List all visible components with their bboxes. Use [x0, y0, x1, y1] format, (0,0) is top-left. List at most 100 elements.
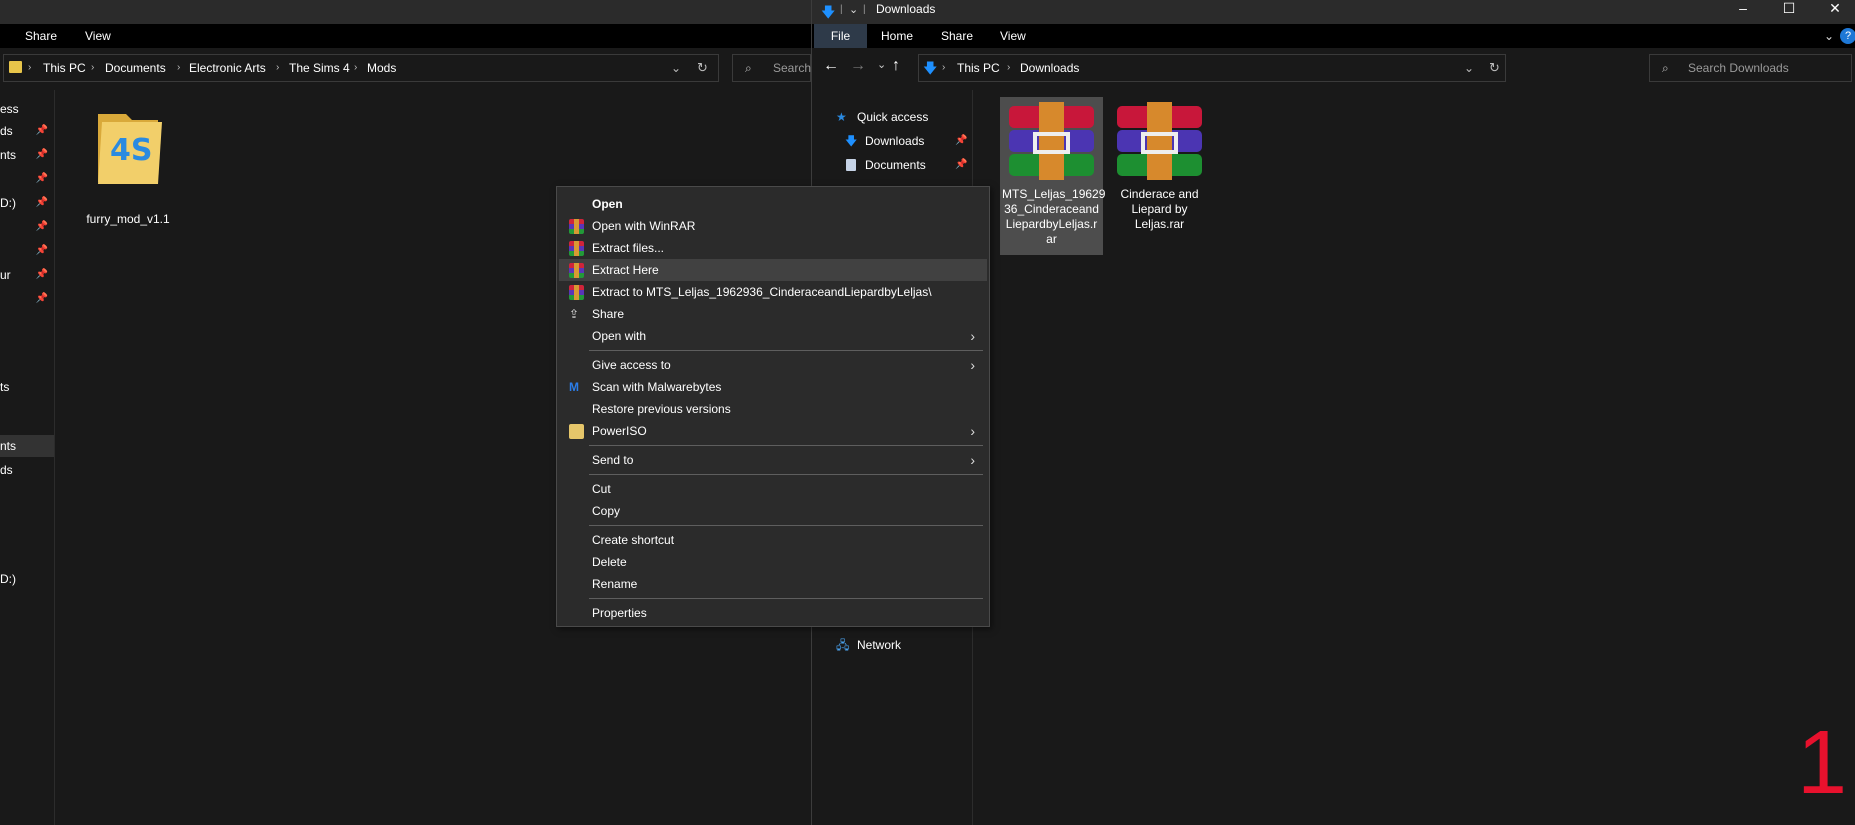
menu-item-extract-here[interactable]: Extract Here: [559, 259, 987, 281]
menu-separator: [589, 445, 983, 446]
menu-item-label: Scan with Malwarebytes: [592, 380, 722, 394]
nav-item-documents[interactable]: Documents 📌: [812, 153, 972, 177]
breadcrumb-electronic-arts[interactable]: Electronic Arts: [189, 55, 266, 81]
nav-item[interactable]: 📌: [0, 288, 54, 310]
star-icon: ★: [836, 110, 847, 124]
network-icon: 🖧: [836, 638, 850, 652]
menu-item-rename[interactable]: Rename: [559, 573, 987, 595]
left-address-bar[interactable]: › This PC › Documents › Electronic Arts …: [3, 54, 719, 82]
nav-item-label: Network: [857, 638, 902, 652]
back-arrow-icon[interactable]: ←: [823, 57, 839, 75]
nav-item-quick-access[interactable]: ★ Quick access: [812, 105, 972, 129]
nav-item-downloads[interactable]: 🡇 Downloads 📌: [812, 129, 972, 153]
chevron-right-icon: ›: [177, 62, 181, 73]
winrar-archive-icon: [1009, 102, 1094, 180]
file-name: Cinderace and Liepard by Leljas.rar: [1120, 187, 1199, 231]
menu-item-create-shortcut[interactable]: Create shortcut: [559, 529, 987, 551]
menu-item-label: Extract Here: [592, 263, 659, 277]
menu-item-extract-files[interactable]: Extract files...: [559, 237, 987, 259]
refresh-icon[interactable]: ↻: [697, 55, 708, 81]
nav-item[interactable]: ds 📌: [0, 120, 54, 142]
maximize-button[interactable]: ☐: [1766, 0, 1812, 20]
menu-item-open[interactable]: Open: [559, 193, 987, 215]
share-icon: ⇪: [569, 307, 580, 321]
nav-item[interactable]: ur 📌: [0, 264, 54, 286]
quick-access-toolbar-icon[interactable]: |: [840, 4, 843, 15]
menu-item-cut[interactable]: Cut: [559, 478, 987, 500]
nav-item[interactable]: nts: [0, 435, 54, 457]
nav-item[interactable]: 📌: [0, 240, 54, 262]
menu-item-share[interactable]: ⇪ Share: [559, 303, 987, 325]
menu-item-scan-malwarebytes[interactable]: M Scan with Malwarebytes: [559, 376, 987, 398]
menu-item-label: Cut: [592, 482, 611, 496]
pin-icon: 📌: [35, 173, 48, 184]
refresh-icon[interactable]: ↻: [1489, 55, 1500, 81]
pin-icon: 📌: [35, 221, 48, 232]
nav-item[interactable]: ts: [0, 376, 54, 398]
breadcrumb-documents[interactable]: Documents: [105, 55, 166, 81]
menu-item-label: Give access to: [592, 358, 671, 372]
file-item-selected[interactable]: MTS_Leljas_19629 36_Cinderaceand Liepard…: [1000, 97, 1105, 255]
ribbon-tab-share[interactable]: Share: [25, 24, 57, 48]
menu-separator: [589, 474, 983, 475]
chevron-right-icon: ›: [970, 357, 975, 373]
nav-item[interactable]: ess: [0, 98, 54, 120]
chevron-down-icon[interactable]: ⌄: [1464, 55, 1474, 81]
nav-item[interactable]: 📌: [0, 216, 54, 238]
menu-item-poweriso[interactable]: PowerISO ›: [559, 420, 987, 442]
file-item[interactable]: Cinderace and Liepard by Leljas.rar: [1108, 97, 1211, 255]
right-file-area: MTS_Leljas_19629 36_Cinderaceand Liepard…: [973, 90, 1855, 825]
help-icon[interactable]: ?: [1840, 28, 1855, 44]
nav-item[interactable]: nts 📌: [0, 144, 54, 166]
breadcrumb-mods[interactable]: Mods: [367, 55, 396, 81]
ribbon-tab-file[interactable]: File: [814, 24, 867, 48]
menu-item-restore-previous-versions[interactable]: Restore previous versions: [559, 398, 987, 420]
chevron-down-icon[interactable]: ⌄: [671, 55, 681, 81]
breadcrumb-this-pc[interactable]: This PC: [43, 55, 86, 81]
menu-item-label: Share: [592, 307, 625, 321]
download-icon: 🡇: [845, 134, 858, 148]
menu-item-send-to[interactable]: Send to ›: [559, 449, 987, 471]
breadcrumb-the-sims-4[interactable]: The Sims 4: [289, 55, 350, 81]
menu-item-properties[interactable]: Properties: [559, 602, 987, 624]
menu-item-label: Open with WinRAR: [592, 219, 696, 233]
ribbon-tab-view[interactable]: View: [1000, 24, 1026, 48]
menu-item-copy[interactable]: Copy: [559, 500, 987, 522]
close-button[interactable]: ✕: [1812, 0, 1855, 20]
menu-item-delete[interactable]: Delete: [559, 551, 987, 573]
customize-toolbar-icon[interactable]: ⌄: [849, 3, 858, 16]
ribbon-tab-share[interactable]: Share: [941, 24, 973, 48]
menu-item-give-access-to[interactable]: Give access to ›: [559, 354, 987, 376]
menu-item-label: Open: [592, 197, 623, 211]
ribbon-expand-icon[interactable]: ⌄: [1824, 24, 1834, 48]
chevron-right-icon: ›: [942, 62, 946, 73]
pin-icon: 📌: [955, 135, 968, 146]
menu-item-label: Restore previous versions: [592, 402, 731, 416]
menu-item-open-with[interactable]: Open with ›: [559, 325, 987, 347]
nav-item[interactable]: ds: [0, 459, 54, 481]
right-search-input[interactable]: ⌕ Search Downloads: [1649, 54, 1852, 82]
right-ribbon: File Home Share View ⌄ ?: [812, 24, 1855, 48]
menu-item-open-with-winrar[interactable]: Open with WinRAR: [559, 215, 987, 237]
left-search-input[interactable]: ⌕ Search: [732, 54, 811, 82]
breadcrumb-downloads[interactable]: Downloads: [1020, 55, 1079, 81]
minimize-button[interactable]: –: [1720, 0, 1766, 20]
chevron-right-icon: ›: [354, 62, 358, 73]
winrar-icon: [569, 241, 584, 256]
breadcrumb-this-pc[interactable]: This PC: [957, 55, 1000, 81]
up-arrow-icon[interactable]: ↑: [892, 57, 900, 75]
ribbon-tab-home[interactable]: Home: [881, 24, 913, 48]
nav-item-network[interactable]: 🖧 Network: [812, 633, 972, 657]
folder-item[interactable]: 4S furry_mod_v1.1: [86, 108, 170, 226]
nav-item[interactable]: D:): [0, 568, 54, 590]
separator-icon: |: [863, 4, 866, 15]
nav-item[interactable]: 📌: [0, 168, 54, 190]
menu-item-extract-to-folder[interactable]: Extract to MTS_Leljas_1962936_Cinderacea…: [559, 281, 987, 303]
nav-item[interactable]: D:) 📌: [0, 192, 54, 214]
forward-arrow-icon[interactable]: →: [850, 57, 866, 75]
ribbon-tab-view[interactable]: View: [85, 24, 111, 48]
right-address-bar[interactable]: 🡇 › This PC › Downloads ⌄ ↻: [918, 54, 1506, 82]
recent-locations-icon[interactable]: ⌄: [877, 58, 886, 71]
menu-item-label: Properties: [592, 606, 647, 620]
svg-text:4S: 4S: [110, 133, 152, 168]
